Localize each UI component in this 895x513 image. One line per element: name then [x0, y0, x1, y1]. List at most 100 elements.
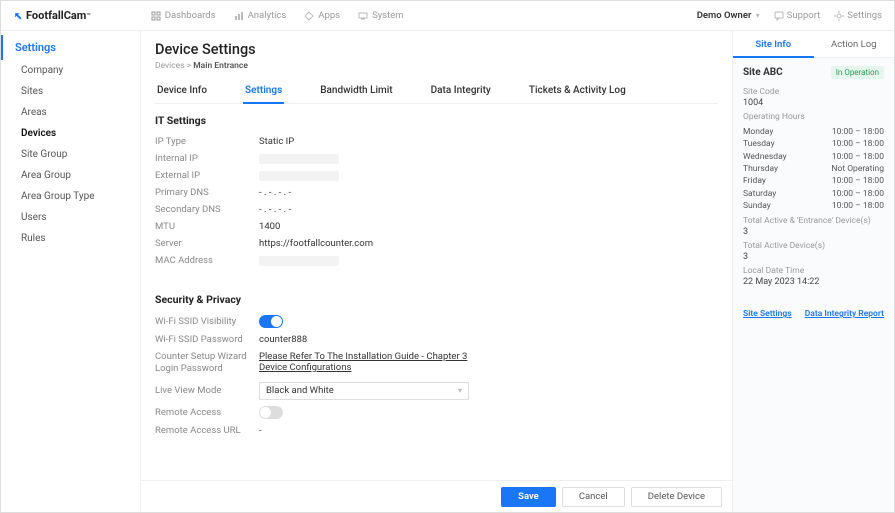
site-settings-link[interactable]: Site Settings — [743, 309, 792, 319]
total-entrance-value: 3 — [743, 227, 884, 237]
row-wifi-password: Wi-Fi SSID Password counter888 — [155, 331, 718, 348]
nav-dashboards[interactable]: Dashboards — [151, 10, 216, 21]
value-ip-type: Static IP — [259, 136, 294, 147]
label-internal-ip: Internal IP — [155, 153, 259, 164]
site-code-value: 1004 — [743, 98, 884, 108]
top-navbar: FootfallCam™ Dashboards Analytics Apps S… — [1, 1, 894, 31]
cancel-label: Cancel — [579, 491, 608, 502]
chat-icon — [774, 11, 784, 21]
owner-menu[interactable]: Demo Owner ▾ — [697, 10, 760, 21]
tab-bandwidth[interactable]: Bandwidth Limit — [318, 81, 394, 103]
hours-row: ThursdayNot Operating — [743, 163, 884, 175]
row-mtu: MTU 1400 — [155, 218, 718, 235]
primary-nav: Dashboards Analytics Apps System — [151, 10, 404, 21]
content-tabs: Device Info Settings Bandwidth Limit Dat… — [155, 81, 718, 104]
row-mac: MAC Address — [155, 252, 718, 269]
site-header: Site ABC In Operation — [743, 66, 884, 79]
nav-label: Apps — [318, 10, 340, 21]
label-secondary-dns: Secondary DNS — [155, 204, 259, 215]
value-mac — [259, 256, 339, 266]
value-primary-dns: - . - . - . - — [259, 187, 291, 198]
page-title: Device Settings — [155, 41, 718, 58]
local-time-label: Local Date Time — [743, 266, 884, 276]
brand-text: FootfallCam — [26, 9, 86, 22]
sidebar-item-area-group[interactable]: Area Group — [1, 165, 140, 186]
row-live-view: Live View Mode Black and White ▾ — [155, 379, 718, 403]
select-live-view-value: Black and White — [266, 385, 334, 396]
status-badge: In Operation — [831, 66, 884, 79]
value-secondary-dns: - . - . - . - — [259, 204, 291, 215]
hours-row: Sunday10:00 – 18:00 — [743, 200, 884, 212]
sidebar-item-areas[interactable]: Areas — [1, 102, 140, 123]
analytics-icon — [234, 11, 244, 21]
right-tabs: Site Info Action Log — [733, 31, 894, 58]
site-name: Site ABC — [743, 67, 783, 78]
label-mac: MAC Address — [155, 255, 259, 266]
row-server: Server https://footfallcounter.com — [155, 235, 718, 252]
support-link[interactable]: Support — [774, 10, 821, 21]
label-wifi-visibility: Wi-Fi SSID Visibility — [155, 316, 259, 327]
sidebar-item-devices[interactable]: Devices — [1, 123, 140, 144]
tab-action-log[interactable]: Action Log — [814, 31, 895, 57]
sidebar-item-users[interactable]: Users — [1, 207, 140, 228]
tab-tickets[interactable]: Tickets & Activity Log — [527, 81, 628, 103]
delete-device-button[interactable]: Delete Device — [631, 487, 722, 507]
tab-site-info[interactable]: Site Info — [733, 31, 814, 58]
layout: Settings Company Sites Areas Devices Sit… — [1, 31, 894, 512]
nav-apps[interactable]: Apps — [304, 10, 340, 21]
save-button[interactable]: Save — [501, 487, 556, 507]
label-wizard-password: Counter Setup Wizard Login Password — [155, 351, 259, 376]
sidebar: Settings Company Sites Areas Devices Sit… — [1, 31, 141, 512]
data-integrity-link[interactable]: Data Integrity Report — [805, 309, 884, 319]
breadcrumb-root[interactable]: Devices — [155, 61, 185, 71]
sidebar-item-rules[interactable]: Rules — [1, 228, 140, 249]
breadcrumb: Devices > Main Entrance — [155, 61, 718, 71]
toggle-wifi-visibility[interactable] — [259, 315, 283, 328]
main: Device Settings Devices > Main Entrance … — [141, 31, 732, 512]
save-label: Save — [518, 491, 539, 502]
local-time-value: 22 May 2023 14:22 — [743, 277, 884, 287]
hours-row: Friday10:00 – 18:00 — [743, 175, 884, 187]
nav-analytics[interactable]: Analytics — [234, 10, 287, 21]
row-internal-ip: Internal IP — [155, 150, 718, 167]
security-title: Security & Privacy — [155, 293, 718, 306]
right-links: Site Settings Data Integrity Report — [743, 309, 884, 319]
value-server: https://footfallcounter.com — [259, 238, 373, 249]
cancel-button[interactable]: Cancel — [562, 487, 625, 507]
tab-device-info[interactable]: Device Info — [155, 81, 209, 103]
value-mtu: 1400 — [259, 221, 280, 232]
sidebar-item-site-group[interactable]: Site Group — [1, 144, 140, 165]
right-panel: Site Info Action Log Site ABC In Operati… — [732, 31, 894, 512]
hours-list: Monday10:00 – 18:00 Tuesday10:00 – 18:00… — [743, 126, 884, 212]
breadcrumb-current: Main Entrance — [193, 61, 248, 71]
chevron-down-icon: ▾ — [756, 11, 760, 20]
row-remote-access: Remote Access — [155, 403, 718, 422]
wizard-guide-link[interactable]: Please Refer To The Installation Guide -… — [259, 351, 489, 373]
tab-settings[interactable]: Settings — [243, 81, 284, 104]
label-live-view: Live View Mode — [155, 385, 259, 396]
nav-system[interactable]: System — [358, 10, 404, 21]
label-remote-url: Remote Access URL — [155, 425, 259, 436]
sidebar-item-sites[interactable]: Sites — [1, 81, 140, 102]
nav-label: Analytics — [248, 10, 287, 21]
row-wifi-visibility: Wi-Fi SSID Visibility — [155, 312, 718, 331]
sidebar-item-company[interactable]: Company — [1, 60, 140, 81]
hours-row: Wednesday10:00 – 18:00 — [743, 151, 884, 163]
select-live-view[interactable]: Black and White ▾ — [259, 382, 469, 400]
label-external-ip: External IP — [155, 170, 259, 181]
site-code-label: Site Code — [743, 87, 884, 97]
toggle-remote-access[interactable] — [259, 406, 283, 419]
row-wizard-password: Counter Setup Wizard Login Password Plea… — [155, 348, 718, 379]
brand-logo: FootfallCam™ — [13, 9, 91, 22]
global-settings-link[interactable]: Settings — [834, 10, 882, 21]
nav-right: Demo Owner ▾ Support Settings — [697, 10, 882, 21]
owner-label: Demo Owner — [697, 10, 752, 21]
value-external-ip — [259, 171, 339, 181]
label-primary-dns: Primary DNS — [155, 187, 259, 198]
dashboard-icon — [151, 11, 161, 21]
row-external-ip: External IP — [155, 167, 718, 184]
tab-data-integrity[interactable]: Data Integrity — [429, 81, 493, 103]
chevron-down-icon: ▾ — [458, 386, 462, 395]
sidebar-item-area-group-type[interactable]: Area Group Type — [1, 186, 140, 207]
nav-label: Dashboards — [165, 10, 216, 21]
